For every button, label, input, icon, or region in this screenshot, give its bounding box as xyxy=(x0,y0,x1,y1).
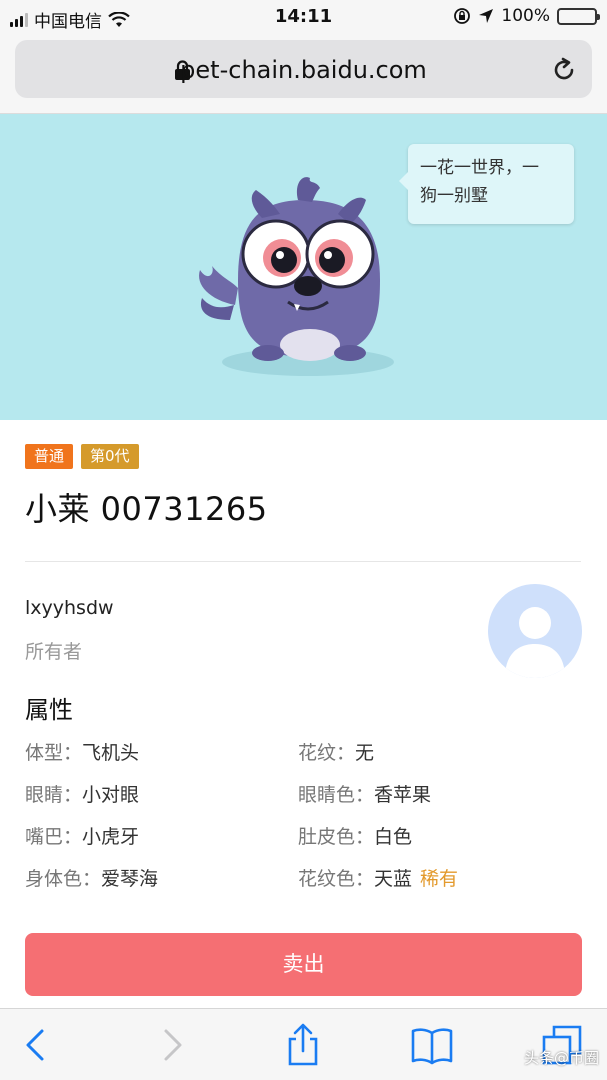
share-icon[interactable] xyxy=(281,1023,325,1067)
attr-pattern-color: 花纹色：天蓝 稀有 xyxy=(298,864,458,891)
reload-icon[interactable] xyxy=(550,56,578,84)
attr-body-type: 体型：飞机头 xyxy=(25,738,139,765)
battery-percent: 100% xyxy=(501,6,550,26)
pet-name: 小莱 00731265 xyxy=(25,490,268,528)
attr-key: 花纹： xyxy=(298,742,356,764)
attr-pattern: 花纹：无 xyxy=(298,738,374,765)
attr-eyes: 眼睛：小对眼 xyxy=(25,780,139,807)
attr-key: 体型： xyxy=(25,742,83,764)
owner-label: 所有者 xyxy=(25,641,83,663)
rare-tag: 稀有 xyxy=(420,868,459,890)
attr-key: 眼睛色： xyxy=(298,784,375,806)
watermark: 头条@币圈 xyxy=(523,1049,599,1067)
owner-avatar[interactable] xyxy=(488,584,582,678)
speech-bubble-line2: 狗一别墅 xyxy=(420,186,488,206)
browser-toolbar: 头条@币圈 xyxy=(0,1008,607,1080)
location-icon xyxy=(479,9,494,23)
sell-button[interactable]: 卖出 xyxy=(25,933,582,996)
attr-belly-color: 肚皮色：白色 xyxy=(298,822,412,849)
attr-key: 嘴巴： xyxy=(25,826,83,848)
avatar-placeholder-icon xyxy=(505,607,565,678)
owner-name[interactable]: lxyyhsdw xyxy=(25,597,114,619)
attr-body-color: 身体色：爱琴海 xyxy=(25,864,158,891)
forward-icon[interactable] xyxy=(150,1023,194,1067)
attr-value: 飞机头 xyxy=(82,742,140,764)
pet-badges: 普通 第0代 xyxy=(25,444,139,469)
attr-eye-color: 眼睛色：香苹果 xyxy=(298,780,431,807)
attr-value: 白色 xyxy=(374,826,413,848)
attr-value: 爱琴海 xyxy=(101,868,159,890)
generation-badge: 第0代 xyxy=(81,444,139,469)
attr-key: 身体色： xyxy=(25,868,102,890)
rotation-lock-icon xyxy=(454,8,471,24)
attr-mouth: 嘴巴：小虎牙 xyxy=(25,822,139,849)
attr-key: 眼睛： xyxy=(25,784,83,806)
pet-illustration xyxy=(199,177,394,376)
attributes-title: 属性 xyxy=(25,696,73,724)
attr-value: 香苹果 xyxy=(374,784,432,806)
address-bar[interactable]: pet-chain.baidu.com xyxy=(15,40,592,98)
attr-key: 肚皮色： xyxy=(298,826,375,848)
divider xyxy=(25,561,581,562)
speech-bubble-line1: 一花一世界，一 xyxy=(420,158,539,178)
attr-value: 无 xyxy=(355,742,375,764)
battery-icon xyxy=(557,7,600,25)
attr-value: 天蓝 xyxy=(374,868,413,890)
pet-hero: 一花一世界，一 狗一别墅 xyxy=(0,114,607,420)
attr-value: 小对眼 xyxy=(82,784,140,806)
url-text: pet-chain.baidu.com xyxy=(180,56,427,84)
status-bar: 中国电信 14:11 100% xyxy=(0,0,607,34)
status-right: 100% xyxy=(453,6,600,26)
back-icon[interactable] xyxy=(14,1023,58,1067)
bookmarks-icon[interactable] xyxy=(410,1023,454,1067)
attr-value: 小虎牙 xyxy=(82,826,140,848)
speech-bubble: 一花一世界，一 狗一别墅 xyxy=(399,144,574,224)
browser-chrome: pet-chain.baidu.com xyxy=(0,34,607,114)
attr-key: 花纹色： xyxy=(298,868,375,890)
rarity-badge: 普通 xyxy=(25,444,74,469)
